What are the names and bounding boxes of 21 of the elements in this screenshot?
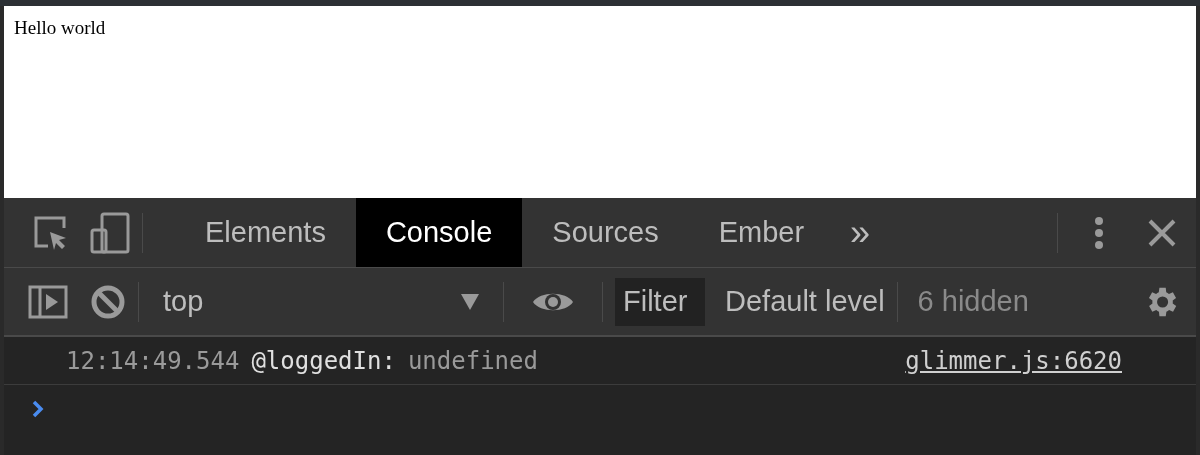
source-link[interactable]: glimmer.js:6620	[905, 342, 1122, 379]
timestamp: 12:14:49.544	[66, 345, 240, 377]
more-tabs-button[interactable]: »	[834, 198, 887, 267]
close-icon[interactable]	[1148, 218, 1176, 247]
clear-console-icon[interactable]	[90, 283, 126, 320]
page-text: Hello world	[14, 17, 106, 38]
log-levels-dropdown[interactable]: Default level	[725, 279, 885, 324]
filter-field[interactable]: Filter	[615, 277, 705, 326]
devtools-tab[interactable]: Elements	[175, 198, 356, 267]
prompt-chevron-icon[interactable]	[32, 400, 44, 418]
devtools-tab[interactable]: Console	[355, 198, 523, 267]
log-value: undefined	[407, 345, 538, 377]
device-toolbar-icon[interactable]	[90, 211, 130, 254]
sidebar-toggle-icon[interactable]	[28, 284, 68, 319]
context-dropdown[interactable]: top	[151, 277, 491, 326]
hidden-count: 6 hidden	[917, 283, 1029, 319]
dropdown-caret-icon	[461, 293, 479, 310]
devtools-tab[interactable]: Sources	[522, 198, 689, 267]
log-label: @loggedIn:	[251, 345, 396, 377]
more-options-icon[interactable]	[1094, 215, 1104, 250]
devtools-tab[interactable]: Ember	[688, 198, 835, 267]
